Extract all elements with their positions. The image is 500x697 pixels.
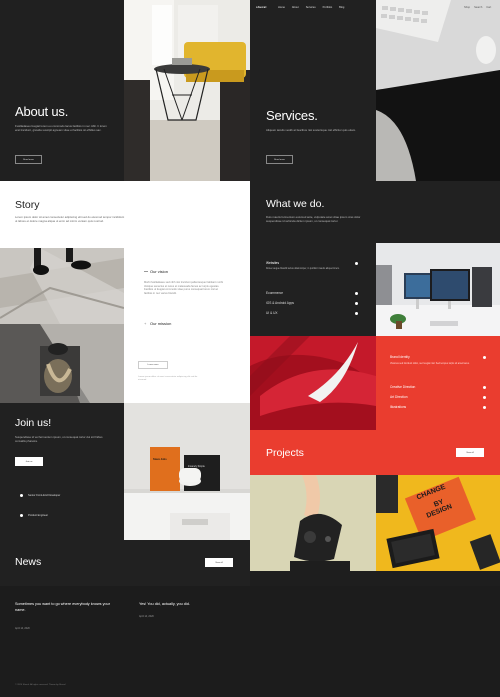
bullet-icon	[483, 405, 486, 409]
nav-services[interactable]: Services	[306, 6, 316, 9]
service-item-ecommerce[interactable]: Ecommerce	[266, 291, 358, 295]
shoe-photo	[250, 336, 376, 430]
service-desc: Donec augue blandit lectus ullamcorper, …	[266, 268, 340, 270]
job-item[interactable]: Product Engineer	[20, 514, 48, 517]
what-we-do-section: What we do. Duis mauris fermentum euismo…	[250, 181, 500, 243]
right-header-extras: Shop Search Cart	[464, 6, 491, 9]
bullet-icon	[483, 385, 486, 389]
posts-section: Sometimes you want to go where everybody…	[0, 586, 500, 697]
chair-photo	[124, 0, 250, 181]
join-section: Join us! Suspendisse id vel fermentum ip…	[0, 403, 124, 540]
story-title: Story	[15, 199, 40, 211]
service-item-apps[interactable]: iOS & Android Apps	[266, 301, 358, 305]
bullet-icon	[483, 355, 486, 359]
vision-text: Morbi fusilladaseu sed nibh nisi tincidu…	[144, 281, 224, 295]
vision-open-icon[interactable]	[144, 271, 148, 272]
search-link[interactable]: Search	[474, 6, 482, 9]
what-we-do-text: Duis mauris fermentum euismod ante, vulp…	[266, 215, 361, 223]
post-title[interactable]: Sometimes you want to go where everybody…	[15, 601, 115, 613]
what-we-do-title: What we do.	[266, 198, 325, 210]
about-section: About us. Fusilladaseu feugiat lorem eu …	[0, 0, 124, 181]
about-read-more-button[interactable]: Read more	[15, 155, 42, 164]
shop-link[interactable]: Shop	[464, 6, 470, 9]
brand-item-art[interactable]: Art Direction	[390, 395, 486, 399]
brand-item-illustrations[interactable]: Illustrations	[390, 405, 486, 409]
brand-item-identity[interactable]: Brand Identity	[390, 355, 486, 359]
keyboard-photo: Shop Search Cart	[376, 0, 500, 181]
post-item[interactable]: Yes! You did, actually, you did. April 1…	[139, 601, 239, 618]
projects-section: Projects View all	[250, 430, 500, 475]
story-text: Lorem ipsum dolor sit amet consectetur a…	[15, 215, 125, 223]
reflection-photo	[0, 324, 124, 403]
book-title: Insanely Simple	[188, 465, 205, 468]
service-item-ui-ux[interactable]: UI & UX	[266, 311, 358, 315]
desk-photo: Steve Jobs Insanely Simple	[124, 403, 250, 540]
news-section: News View all	[0, 540, 250, 586]
feet-photo	[0, 248, 124, 324]
vision-section: Our vision Morbi fusilladaseu sed nibh n…	[124, 248, 250, 403]
bullet-icon	[483, 395, 486, 399]
mission-title[interactable]: Our mission	[150, 321, 171, 326]
cart-link[interactable]: Cart	[486, 6, 491, 9]
vision-footnote: Lorem ipsum dolor sit amet consectetur a…	[138, 376, 198, 381]
join-button[interactable]: Join us	[15, 457, 43, 466]
nav-portfolio[interactable]: Portfolio	[323, 6, 333, 9]
bullet-icon	[355, 301, 358, 305]
brand-panel: Brand Identity Vivamus sed tincidunt dol…	[376, 336, 500, 430]
service-item-websites[interactable]: Websites	[266, 261, 358, 265]
bullet-icon	[355, 311, 358, 315]
vision-learn-more-button[interactable]: Learn more	[138, 361, 168, 369]
bullet-icon	[20, 514, 23, 517]
news-title: News	[15, 556, 42, 568]
news-view-all-button[interactable]: View all	[205, 558, 233, 567]
services-text: Aliquam iaculis vestib at faucibus nisi …	[266, 128, 356, 132]
services-title: Services.	[266, 108, 318, 123]
about-text: Fusilladaseu feugiat lorem eu commodo la…	[15, 124, 107, 132]
post-item[interactable]: Sometimes you want to go where everybody…	[15, 601, 115, 630]
gamepad-photo	[250, 475, 376, 571]
join-title: Join us!	[15, 417, 52, 429]
nav-blog[interactable]: Blog	[339, 6, 344, 9]
design-poster-photo: CHANGE BY DESIGN	[376, 475, 500, 571]
brand-item-creative[interactable]: Creative Direction	[390, 385, 486, 389]
projects-title: Projects	[266, 447, 304, 459]
bullet-icon	[355, 291, 358, 295]
brand-desc: Vivamus sed tincidunt dolor, nec feugiat…	[390, 363, 470, 365]
services-section: sheral Home About Services Portfolio Blo…	[250, 0, 376, 181]
projects-view-all-button[interactable]: View all	[456, 448, 484, 457]
book-title: Steve Jobs	[153, 458, 167, 461]
services-read-more-button[interactable]: Read more	[266, 155, 293, 164]
services-list: Websites Donec augue blandit lectus ulla…	[250, 243, 376, 336]
story-section: Story Lorem ipsum dolor sit amet consect…	[0, 181, 250, 248]
nav-about[interactable]: About	[292, 6, 299, 9]
vision-title[interactable]: Our vision	[150, 269, 168, 274]
workspace-photo	[376, 243, 500, 336]
job-item[interactable]: Senior Front-End Developer	[20, 494, 60, 497]
mission-plus-icon[interactable]: +	[144, 321, 146, 326]
bullet-icon	[20, 494, 23, 497]
logo[interactable]: sheral	[256, 5, 267, 9]
footer-text: © 2020 Sheral. All rights reserved. Them…	[15, 684, 66, 686]
bullet-icon	[355, 261, 358, 265]
post-title[interactable]: Yes! You did, actually, you did.	[139, 601, 239, 607]
join-text: Suspendisse id vel fermentum ipsum, ut c…	[15, 435, 103, 443]
about-title: About us.	[15, 104, 69, 119]
right-nav: Home About Services Portfolio Blog	[278, 6, 344, 9]
nav-home[interactable]: Home	[278, 6, 285, 9]
post-date: April 14, 2020	[15, 627, 30, 630]
post-date: April 14, 2020	[139, 615, 154, 618]
